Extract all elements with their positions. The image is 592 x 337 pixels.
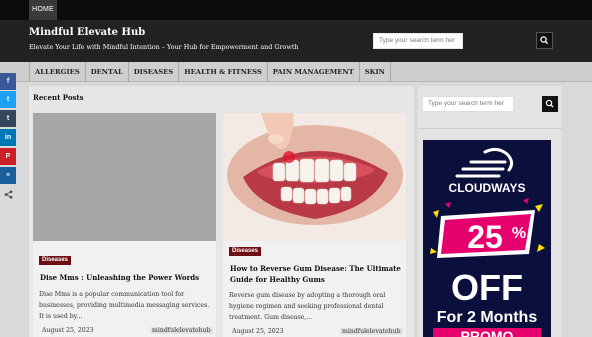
post-card: Diseases How to Reverse Gum Disease: The…: [223, 113, 406, 337]
post-author[interactable]: mindfulelevatehub: [150, 327, 213, 334]
ad-duration: For 2 Months: [437, 309, 538, 326]
cloudways-ad-banner[interactable]: CLOUDWAYS 25 % OFF For 2 Months PROMO: [423, 140, 551, 337]
ad-off: OFF: [451, 267, 523, 308]
main-menu: ALLERGIES DENTAL DISEASES HEALTH & FITNE…: [29, 62, 391, 82]
category-badge[interactable]: Diseases: [229, 247, 262, 256]
share-twitter-button[interactable]: t: [0, 91, 16, 108]
share-linkedin-button[interactable]: in: [0, 129, 16, 146]
share-icon: [4, 190, 12, 199]
post-card: Diseases Dise Mms : Unleashing the Power…: [33, 113, 216, 337]
twitter-icon: t: [6, 96, 10, 103]
post-date[interactable]: August 25, 2023: [42, 327, 94, 334]
linkedin-icon: in: [4, 134, 12, 141]
header-search-button[interactable]: [536, 32, 553, 49]
post-date[interactable]: August 25, 2023: [232, 328, 284, 335]
menu-item-allergies[interactable]: ALLERGIES: [29, 62, 86, 82]
menu-item-health-fitness[interactable]: HEALTH & FITNESS: [179, 62, 268, 82]
buffer-icon: ≡: [5, 172, 11, 179]
ad-discount: 25: [467, 219, 503, 255]
post-thumbnail[interactable]: [223, 113, 406, 241]
gum-photo-image: [223, 113, 406, 241]
site-title[interactable]: Mindful Elevate Hub: [29, 27, 145, 38]
ad-percent: %: [512, 225, 526, 242]
share-pinterest-button[interactable]: P: [0, 148, 16, 165]
menu-item-skin[interactable]: SKIN: [360, 62, 391, 82]
tumblr-icon: t: [6, 115, 10, 122]
top-bar: [0, 0, 592, 20]
category-badge[interactable]: Diseases: [39, 256, 72, 265]
share-facebook-button[interactable]: f: [0, 73, 16, 90]
post-author[interactable]: mindfulelevatehub: [340, 328, 403, 335]
share-buffer-button[interactable]: ≡: [0, 167, 16, 184]
ad-promo: PROMO: [461, 328, 514, 337]
share-tumblr-button[interactable]: t: [0, 110, 16, 127]
site-tagline: Elevate Your Life with Mindful Intention…: [29, 43, 299, 51]
menu-item-dental[interactable]: DENTAL: [86, 62, 129, 82]
cloudways-ad-graphic: CLOUDWAYS 25 % OFF For 2 Months PROMO: [423, 140, 551, 337]
sidebar-search-input[interactable]: Type your search term her: [422, 96, 514, 112]
sidebar-divider: [418, 128, 562, 129]
facebook-icon: f: [6, 78, 10, 85]
menu-item-pain-management[interactable]: PAIN MANAGEMENT: [268, 62, 360, 82]
search-icon: [540, 36, 549, 45]
menu-item-diseases[interactable]: DISEASES: [129, 62, 180, 82]
header-search-input[interactable]: Type your search term her: [373, 33, 463, 49]
recent-posts-heading: Recent Posts: [33, 93, 84, 102]
post-thumbnail[interactable]: [33, 113, 216, 241]
ad-brand: CLOUDWAYS: [449, 181, 526, 195]
sidebar-search-button[interactable]: [542, 96, 558, 112]
nav-home-link[interactable]: HOME: [29, 0, 57, 20]
pinterest-icon: P: [5, 153, 11, 160]
post-title[interactable]: How to Reverse Gum Disease: The Ultimate…: [230, 263, 404, 285]
post-excerpt: Dise Mms is a popular communication tool…: [39, 291, 210, 320]
share-toggle-button[interactable]: [0, 186, 16, 203]
post-excerpt: Reverse gum disease by adopting a thorou…: [229, 292, 386, 321]
search-icon: [545, 99, 554, 108]
post-title[interactable]: Dise Mms : Unleashing the Power Words: [40, 272, 212, 283]
